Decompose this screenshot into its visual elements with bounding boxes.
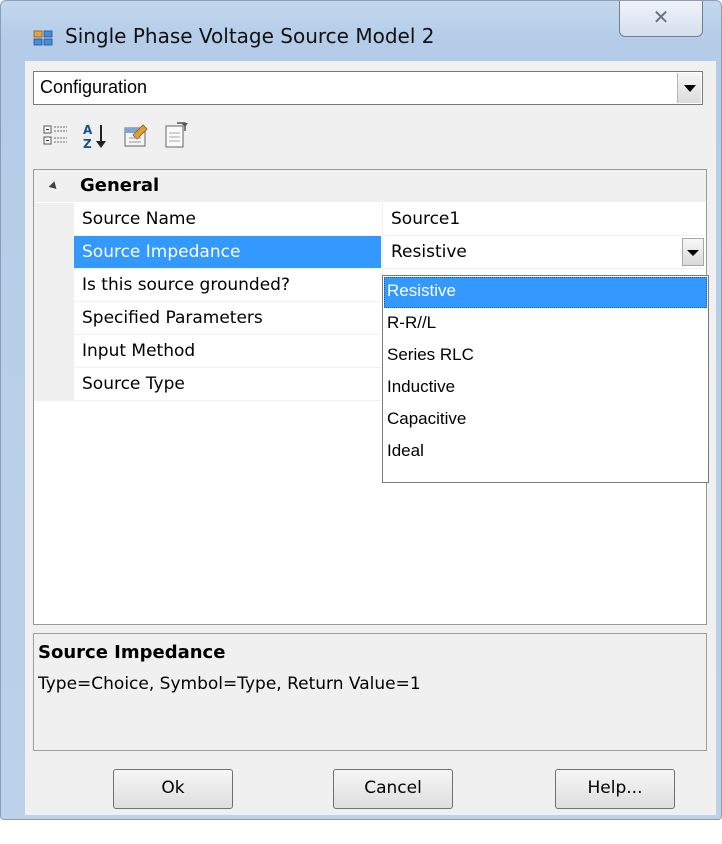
chevron-down-icon bbox=[687, 250, 699, 256]
object-selector-button[interactable] bbox=[677, 73, 701, 103]
description-title: Source Impedance bbox=[38, 642, 226, 663]
svg-text:A: A bbox=[83, 123, 93, 137]
collapse-arrow-icon[interactable] bbox=[48, 181, 60, 192]
help-button[interactable]: Help... bbox=[555, 769, 675, 809]
dropdown-option-capacitive[interactable]: Capacitive bbox=[384, 405, 707, 436]
dialog-client-area: Configuration A Z General Source Name So… bbox=[25, 61, 716, 815]
ok-button[interactable]: Ok bbox=[113, 769, 233, 809]
property-row-source-impedance[interactable]: Source Impedance Resistive bbox=[34, 236, 706, 269]
dropdown-option-resistive[interactable]: Resistive bbox=[384, 277, 707, 308]
property-name: Source Type bbox=[82, 374, 185, 394]
window-title: Single Phase Voltage Source Model 2 bbox=[65, 24, 435, 48]
property-name: Source Name bbox=[82, 209, 196, 229]
title-bar[interactable]: Single Phase Voltage Source Model 2 bbox=[1, 1, 721, 48]
property-name: Source Impedance bbox=[82, 242, 241, 262]
dropdown-option-ideal[interactable]: Ideal bbox=[384, 437, 707, 468]
property-grid-toolbar: A Z bbox=[25, 109, 716, 165]
chevron-down-icon bbox=[684, 85, 696, 92]
alphabetical-sort-icon[interactable]: A Z bbox=[81, 121, 111, 151]
property-value-cell[interactable]: Source1 bbox=[382, 203, 706, 236]
property-name: Specified Parameters bbox=[82, 308, 263, 328]
property-name: Input Method bbox=[82, 341, 196, 361]
property-value-cell[interactable]: Resistive bbox=[382, 236, 706, 269]
categorized-icon[interactable] bbox=[41, 121, 71, 151]
dropdown-option-series-rlc[interactable]: Series RLC bbox=[384, 341, 707, 372]
events-icon[interactable] bbox=[161, 121, 191, 151]
dropdown-option-inductive[interactable]: Inductive bbox=[384, 373, 707, 404]
property-pages-icon[interactable] bbox=[121, 121, 151, 151]
dialog-window: Single Phase Voltage Source Model 2 ✕ Co… bbox=[0, 0, 722, 820]
property-row-source-name[interactable]: Source Name Source1 bbox=[34, 203, 706, 236]
object-selector-value: Configuration bbox=[40, 77, 148, 97]
category-label: General bbox=[80, 175, 160, 196]
dropdown-option-r-rl[interactable]: R-R//L bbox=[384, 309, 707, 340]
cancel-button[interactable]: Cancel bbox=[333, 769, 453, 809]
impedance-dropdown-button[interactable] bbox=[682, 238, 704, 266]
property-value: Source1 bbox=[391, 209, 461, 229]
close-icon: ✕ bbox=[652, 5, 670, 29]
close-button[interactable]: ✕ bbox=[619, 1, 703, 37]
object-selector-dropdown[interactable]: Configuration bbox=[33, 71, 703, 105]
category-row-general[interactable]: General bbox=[34, 170, 706, 202]
property-name: Is this source grounded? bbox=[82, 275, 290, 295]
impedance-dropdown-list: Resistive R-R//L Series RLC Inductive Ca… bbox=[382, 275, 709, 483]
svg-text:Z: Z bbox=[83, 137, 92, 151]
description-panel: Source Impedance Type=Choice, Symbol=Typ… bbox=[33, 633, 707, 751]
property-value: Resistive bbox=[391, 242, 467, 262]
app-icon bbox=[33, 30, 53, 46]
description-text: Type=Choice, Symbol=Type, Return Value=1 bbox=[38, 674, 421, 694]
